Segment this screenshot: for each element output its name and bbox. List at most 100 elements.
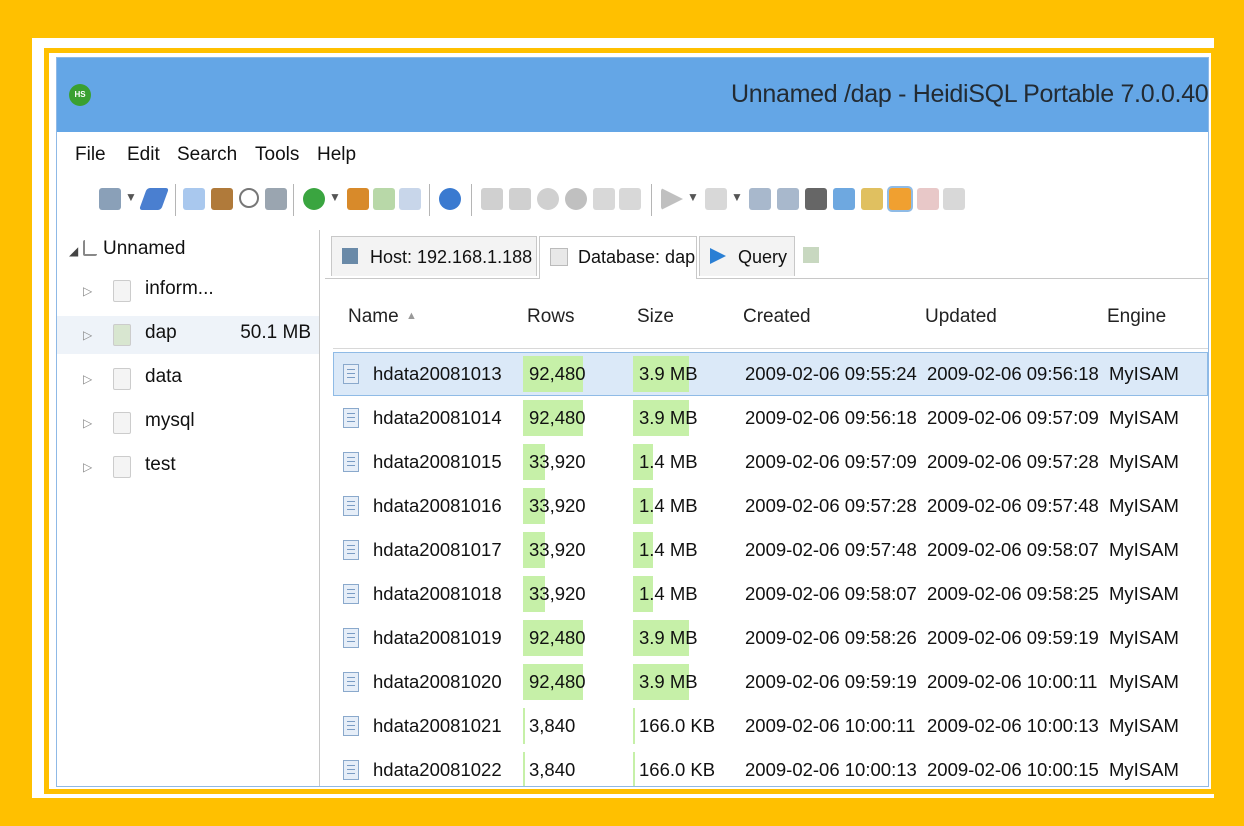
chevron-down-icon[interactable]: ▼ bbox=[731, 190, 743, 204]
tab-query-label: Query bbox=[738, 247, 788, 267]
tree-item-test[interactable]: ▷ test bbox=[57, 448, 319, 486]
menu-tools[interactable]: Tools bbox=[255, 144, 299, 166]
column-header-updated[interactable]: Updated bbox=[925, 286, 1095, 348]
column-header-name[interactable]: Name ▲ bbox=[348, 286, 518, 348]
wrap-icon[interactable] bbox=[943, 188, 965, 210]
table-row[interactable]: hdata20081013 92,480 3.9 MB 2009-02-06 09:5… bbox=[333, 352, 1208, 396]
export-icon[interactable] bbox=[399, 188, 421, 210]
rows-bar bbox=[523, 752, 525, 786]
tab-bar: Host: 192.168.1.188 Database: dap Query bbox=[325, 232, 1208, 279]
run-query-icon[interactable] bbox=[661, 188, 683, 210]
table-row[interactable]: hdata20081019 92,480 3.9 MB 2009-02-06 09:5… bbox=[333, 616, 1208, 660]
last-record-icon[interactable] bbox=[509, 188, 531, 210]
tree-root-unnamed[interactable]: ◢ Unnamed bbox=[57, 232, 319, 270]
tab-query[interactable]: Query bbox=[699, 236, 795, 276]
save-as-icon[interactable] bbox=[777, 188, 799, 210]
format-icon[interactable] bbox=[917, 188, 939, 210]
cell-rows: 33,920 bbox=[529, 495, 586, 516]
cell-rows: 92,480 bbox=[529, 627, 586, 648]
chevron-down-icon[interactable]: ▼ bbox=[125, 190, 137, 204]
column-header-size[interactable]: Size bbox=[637, 286, 737, 348]
tab-host[interactable]: Host: 192.168.1.188 bbox=[331, 236, 537, 276]
menu-file[interactable]: File bbox=[75, 144, 106, 166]
paste-icon[interactable] bbox=[211, 188, 233, 210]
save-icon[interactable] bbox=[749, 188, 771, 210]
cell-created: 2009-02-06 09:55:24 bbox=[745, 363, 917, 384]
tree-item-label: mysql bbox=[145, 410, 195, 431]
menu-search[interactable]: Search bbox=[177, 144, 237, 166]
heidisql-app-icon[interactable]: HS bbox=[69, 84, 91, 106]
column-header-engine[interactable]: Engine bbox=[1107, 286, 1207, 348]
toolbar: ▼ ▼ ▼ ▼ bbox=[57, 174, 1208, 228]
refresh-icon[interactable] bbox=[303, 188, 325, 210]
chevron-right-icon[interactable]: ▷ bbox=[83, 284, 92, 298]
binoculars-icon[interactable] bbox=[805, 188, 827, 210]
table-row[interactable]: hdata20081018 33,920 1.4 MB 2009-02-06 09:5… bbox=[333, 572, 1208, 616]
undo-icon[interactable] bbox=[239, 188, 259, 208]
cell-updated: 2009-02-06 10:00:15 bbox=[927, 759, 1099, 780]
cell-created: 2009-02-06 09:56:18 bbox=[745, 407, 917, 428]
insert-record-icon[interactable] bbox=[537, 188, 559, 210]
cell-name: hdata20081022 bbox=[373, 759, 502, 780]
print-icon[interactable] bbox=[265, 188, 287, 210]
database-icon bbox=[113, 412, 131, 434]
tab-database[interactable]: Database: dap bbox=[539, 236, 697, 279]
import-icon[interactable] bbox=[373, 188, 395, 210]
new-query-tab-button[interactable] bbox=[797, 236, 835, 276]
cell-created: 2009-02-06 09:58:07 bbox=[745, 583, 917, 604]
table-row[interactable]: hdata20081020 92,480 3.9 MB 2009-02-06 09:5… bbox=[333, 660, 1208, 704]
cell-engine: MyISAM bbox=[1109, 759, 1179, 780]
warning-icon[interactable] bbox=[889, 188, 911, 210]
table-row[interactable]: hdata20081017 33,920 1.4 MB 2009-02-06 09:5… bbox=[333, 528, 1208, 572]
post-check-icon[interactable] bbox=[593, 188, 615, 210]
copy-icon[interactable] bbox=[183, 188, 205, 210]
explain-icon[interactable] bbox=[705, 188, 727, 210]
cell-updated: 2009-02-06 10:00:11 bbox=[927, 671, 1098, 692]
cell-engine: MyISAM bbox=[1109, 627, 1179, 648]
session-manager-icon[interactable] bbox=[99, 188, 121, 210]
edit-icon[interactable] bbox=[861, 188, 883, 210]
chevron-right-icon[interactable]: ▷ bbox=[83, 372, 92, 386]
cell-size: 1.4 MB bbox=[639, 583, 698, 604]
chevron-right-icon[interactable]: ▷ bbox=[83, 328, 92, 342]
window-title: Unnamed /dap - HeidiSQL Portable 7.0.0.4… bbox=[731, 80, 1208, 108]
cell-size: 1.4 MB bbox=[639, 495, 698, 516]
tree-item-inform[interactable]: ▷ inform... bbox=[57, 272, 319, 310]
table-row[interactable]: hdata20081014 92,480 3.9 MB 2009-02-06 09:5… bbox=[333, 396, 1208, 440]
table-row[interactable]: hdata20081021 3,840 166.0 KB 2009-02-06 10:… bbox=[333, 704, 1208, 748]
chevron-down-icon[interactable]: ▼ bbox=[687, 190, 699, 204]
column-header-created[interactable]: Created bbox=[743, 286, 913, 348]
chevron-right-icon[interactable]: ▷ bbox=[83, 460, 92, 474]
first-record-icon[interactable] bbox=[481, 188, 503, 210]
replace-icon[interactable] bbox=[833, 188, 855, 210]
help-icon[interactable] bbox=[439, 188, 461, 210]
delete-record-icon[interactable] bbox=[565, 188, 587, 210]
tree-item-data[interactable]: ▷ data bbox=[57, 360, 319, 398]
database-icon bbox=[550, 248, 568, 266]
chevron-right-icon[interactable]: ▷ bbox=[83, 416, 92, 430]
cancel-x-icon[interactable] bbox=[619, 188, 641, 210]
cell-engine: MyISAM bbox=[1109, 715, 1179, 736]
disconnect-icon[interactable] bbox=[138, 188, 170, 210]
user-manager-icon[interactable] bbox=[347, 188, 369, 210]
tree-item-dap[interactable]: ▷ dap 50.1 MB bbox=[57, 316, 319, 354]
database-icon bbox=[113, 280, 131, 302]
column-header-label: Rows bbox=[527, 306, 575, 327]
cell-engine: MyISAM bbox=[1109, 451, 1179, 472]
chevron-down-icon[interactable]: ▼ bbox=[329, 190, 341, 204]
cell-name: hdata20081019 bbox=[373, 627, 502, 648]
size-bar bbox=[633, 752, 635, 786]
cell-rows: 33,920 bbox=[529, 539, 586, 560]
menu-edit[interactable]: Edit bbox=[127, 144, 160, 166]
table-row[interactable]: hdata20081022 3,840 166.0 KB 2009-02-06 10:… bbox=[333, 748, 1208, 786]
tree-item-mysql[interactable]: ▷ mysql bbox=[57, 404, 319, 442]
chevron-down-icon[interactable]: ◢ bbox=[69, 244, 78, 258]
menu-help[interactable]: Help bbox=[317, 144, 356, 166]
cell-engine: MyISAM bbox=[1109, 671, 1179, 692]
table-row[interactable]: hdata20081016 33,920 1.4 MB 2009-02-06 09:5… bbox=[333, 484, 1208, 528]
table-row[interactable]: hdata20081015 33,920 1.4 MB 2009-02-06 09:5… bbox=[333, 440, 1208, 484]
title-bar[interactable]: HS Unnamed /dap - HeidiSQL Portable 7.0.… bbox=[57, 58, 1208, 132]
column-header-rows[interactable]: Rows bbox=[527, 286, 627, 348]
database-icon bbox=[113, 456, 131, 478]
cell-engine: MyISAM bbox=[1109, 583, 1179, 604]
